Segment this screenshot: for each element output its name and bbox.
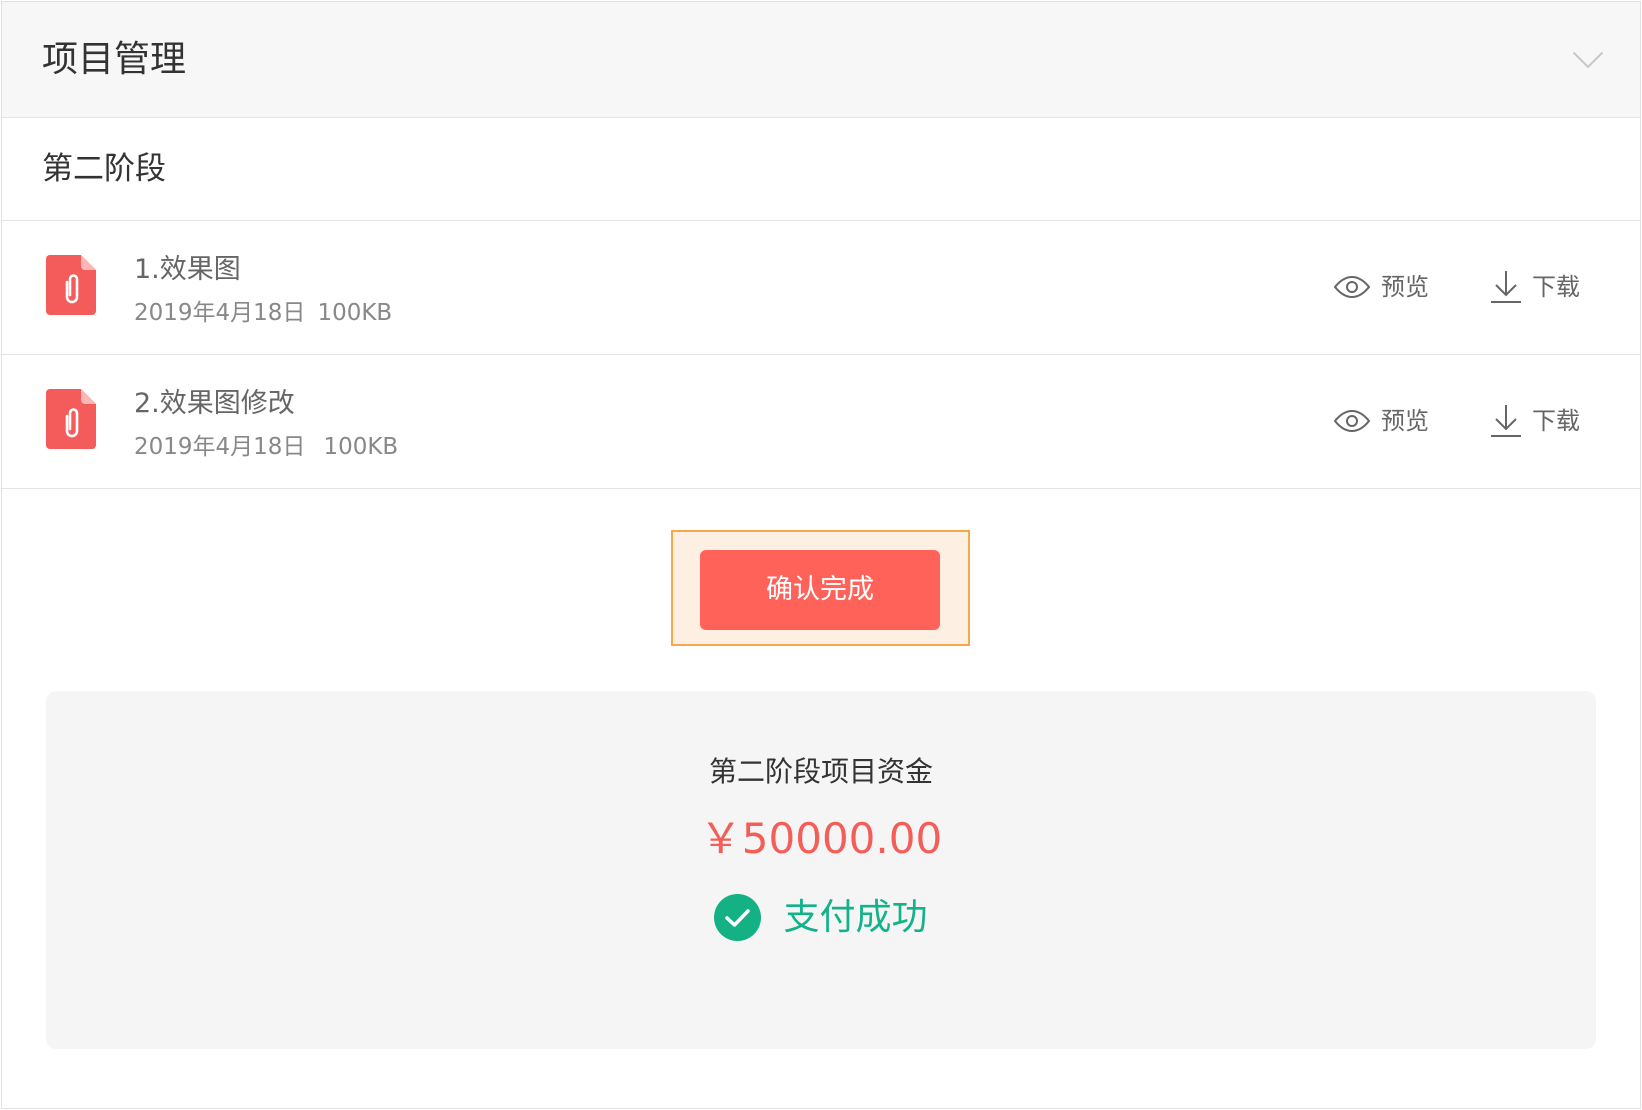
attachment-file-icon — [46, 389, 96, 449]
download-icon — [1490, 404, 1522, 438]
project-management-panel: 项目管理 第二阶段 1.效果图 2019年4月18日 100KB 预览 下载 2… — [1, 1, 1641, 1109]
funding-amount: ￥50000.00 — [699, 814, 943, 863]
file-meta: 2019年4月18日 100KB — [134, 432, 398, 462]
download-button[interactable]: 下载 — [1490, 270, 1580, 304]
download-label: 下载 — [1532, 273, 1580, 301]
chevron-down-icon[interactable] — [1572, 51, 1604, 69]
file-name: 1.效果图 — [134, 254, 241, 285]
eye-icon — [1333, 410, 1371, 432]
file-name: 2.效果图修改 — [134, 388, 295, 419]
file-date: 2019年4月18日 — [134, 434, 306, 460]
stage-heading-row: 第二阶段 — [2, 118, 1640, 221]
preview-label: 预览 — [1381, 273, 1429, 301]
file-size: 100KB — [323, 434, 399, 460]
eye-icon — [1333, 276, 1371, 298]
payment-status-text: 支付成功 — [783, 896, 928, 938]
preview-button[interactable]: 预览 — [1333, 406, 1429, 436]
stage-title: 第二阶段 — [42, 151, 166, 187]
panel-header[interactable]: 项目管理 — [2, 2, 1640, 118]
file-row: 2.效果图修改 2019年4月18日 100KB 预览 下载 — [2, 355, 1640, 489]
download-label: 下载 — [1532, 407, 1580, 435]
confirm-complete-button[interactable]: 确认完成 — [700, 550, 940, 630]
download-icon — [1490, 270, 1522, 304]
stage-funding-panel: 第二阶段项目资金 ￥50000.00 支付成功 — [46, 691, 1596, 1049]
funding-title: 第二阶段项目资金 — [708, 755, 933, 788]
payment-status: 支付成功 — [46, 894, 1596, 941]
preview-label: 预览 — [1381, 407, 1429, 435]
file-row: 1.效果图 2019年4月18日 100KB 预览 下载 — [2, 221, 1640, 355]
file-size: 100KB — [317, 300, 393, 326]
check-circle-icon — [714, 894, 762, 941]
preview-button[interactable]: 预览 — [1333, 272, 1429, 302]
file-date: 2019年4月18日 — [134, 300, 306, 326]
download-button[interactable]: 下载 — [1490, 404, 1580, 438]
file-meta: 2019年4月18日 100KB — [134, 298, 392, 328]
panel-title: 项目管理 — [42, 39, 187, 80]
confirm-button-highlight: 确认完成 — [671, 530, 970, 646]
attachment-file-icon — [46, 255, 96, 315]
